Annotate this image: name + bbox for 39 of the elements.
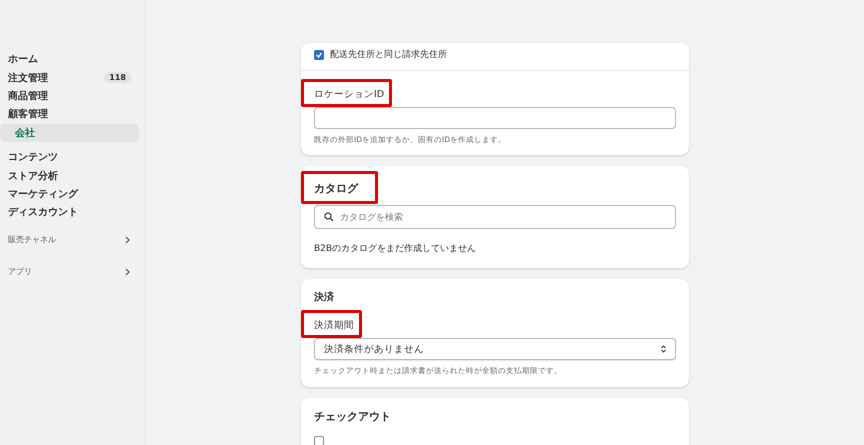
nav-section[interactable]: 販売チャネル: [0, 228, 139, 251]
nav-section[interactable]: アプリ: [0, 260, 139, 283]
count-badge: 118: [104, 72, 131, 84]
location-id-field[interactable]: [314, 107, 676, 129]
nav-item[interactable]: 顧客管理: [0, 105, 139, 124]
nav-item[interactable]: ディスカウント: [0, 203, 139, 222]
chevron-right-icon: [125, 268, 131, 276]
nav-label: コンテンツ: [8, 151, 58, 164]
updown-icon: [661, 345, 666, 353]
field-label: 決済期間: [314, 320, 354, 331]
nav-item[interactable]: 商品管理: [0, 86, 139, 106]
nav-label: マーケティング: [8, 188, 78, 201]
nav-label: 販売チャネル: [8, 234, 56, 246]
nav-label: ストア分析: [8, 170, 58, 183]
search-field[interactable]: カタログを検索: [314, 205, 676, 229]
chevron-right-icon: [125, 236, 131, 244]
checkbox-label: 配送先住所と同じ請求先住所: [330, 48, 447, 61]
nav-label: アプリ: [8, 266, 32, 278]
nav-item[interactable]: コンテンツ: [0, 148, 139, 166]
nav-label: 顧客管理: [8, 107, 48, 122]
nav-item[interactable]: ストア分析: [0, 166, 139, 185]
checkbox[interactable]: [314, 50, 324, 60]
search-icon: [324, 212, 334, 222]
card-title: 決済: [314, 290, 335, 304]
card-title: チェックアウト: [314, 409, 392, 424]
nav-item[interactable]: ホーム: [0, 50, 139, 68]
empty-note: B2Bのカタログをまだ作成していません: [314, 242, 478, 255]
checkbox[interactable]: [314, 436, 324, 445]
nav-label: 注文管理: [8, 71, 48, 85]
nav-label: 商品管理: [8, 89, 48, 103]
field-label: ロケーションID: [314, 89, 384, 100]
payment-term-select[interactable]: 決済条件がありません: [314, 338, 676, 360]
nav-item[interactable]: 注文管理 118: [0, 68, 139, 87]
card-title: カタログ: [314, 182, 358, 195]
nav-item[interactable]: 会社: [0, 124, 139, 142]
nav-label: 会社: [15, 126, 35, 140]
nav-label: ホーム: [8, 53, 38, 66]
nav-item[interactable]: マーケティング: [0, 184, 139, 204]
nav-label: ディスカウント: [8, 206, 78, 220]
